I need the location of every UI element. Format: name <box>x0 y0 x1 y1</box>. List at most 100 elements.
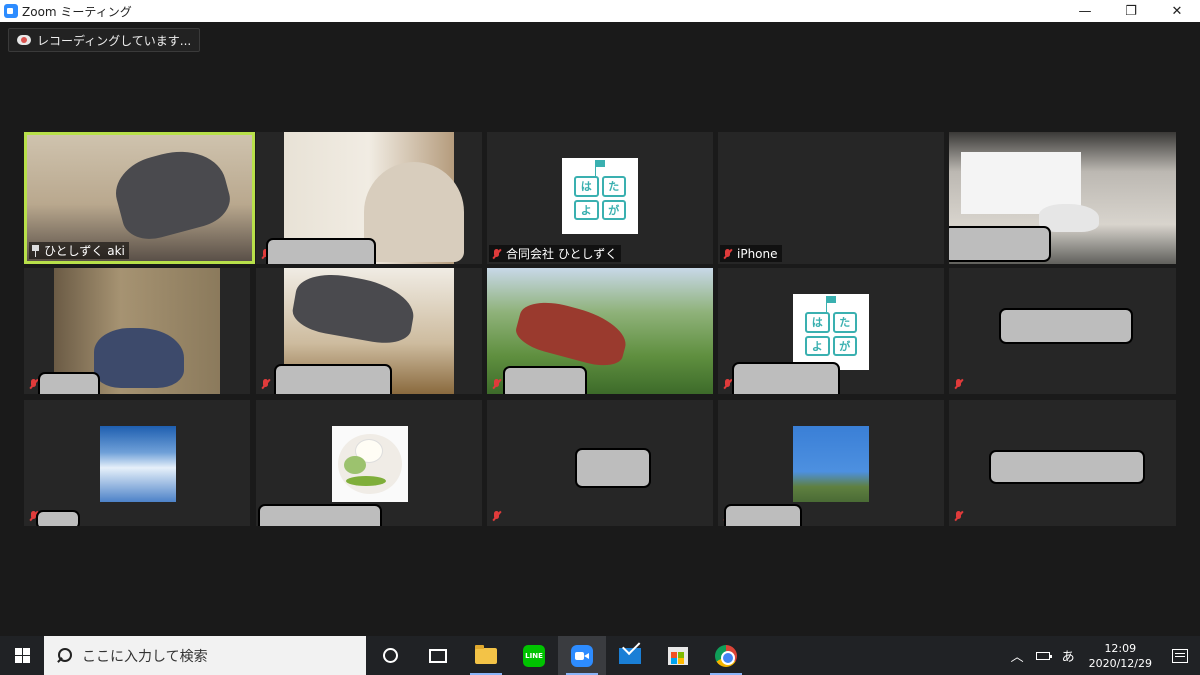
logo-cell: は <box>805 312 830 333</box>
clock[interactable]: 12:09 2020/12/29 <box>1081 641 1160 671</box>
participant-tile[interactable] <box>256 400 482 526</box>
participant-tile[interactable] <box>487 268 713 394</box>
task-view-button[interactable] <box>414 636 462 675</box>
food-avatar-image <box>332 426 408 502</box>
tray-chevron-icon[interactable]: ︿ <box>1005 646 1030 665</box>
redacted-name <box>949 226 1051 262</box>
participant-tile[interactable]: iPhone <box>718 132 944 264</box>
search-icon <box>56 647 72 664</box>
chrome-app-button[interactable] <box>702 636 750 675</box>
restore-button[interactable]: ❐ <box>1108 0 1154 22</box>
folder-icon <box>475 644 497 664</box>
sky-avatar-image <box>100 426 176 502</box>
taskbar-search[interactable]: ここに入力して検索 <box>44 636 366 675</box>
logo-cell: た <box>832 312 857 333</box>
matcha-shape <box>344 456 366 474</box>
redacted-name <box>503 366 587 394</box>
redacted-name <box>724 504 802 526</box>
logo-cell: よ <box>574 199 599 220</box>
muted-mic-icon <box>953 378 964 390</box>
pin-icon <box>31 244 40 257</box>
title-bar: Zoom ミーティング — ❐ ✕ <box>0 0 1200 22</box>
participant-tile[interactable]: ひとしずく aki <box>24 132 255 264</box>
recording-label: レコーディングしています... <box>37 33 192 48</box>
person-figure <box>289 268 419 348</box>
redacted-name <box>38 372 100 394</box>
logo-cell: が <box>601 199 626 220</box>
start-button[interactable] <box>0 636 44 675</box>
muted-mic-icon <box>260 378 271 390</box>
participant-tile[interactable] <box>949 400 1176 526</box>
search-placeholder: ここに入力して検索 <box>82 648 208 665</box>
cortana-icon <box>382 648 398 663</box>
hata-yoga-logo: は た よ が <box>562 158 638 234</box>
participant-tile[interactable]: は た よ が 合同会社 ひとしずく <box>487 132 713 264</box>
logo-cell: よ <box>805 335 830 356</box>
flag-icon <box>596 160 605 167</box>
battery-icon-wrap[interactable] <box>1030 651 1056 660</box>
participant-tile[interactable] <box>718 400 944 526</box>
logo-cell: は <box>574 176 599 197</box>
store-app-button[interactable] <box>654 636 702 675</box>
participant-tile[interactable] <box>949 132 1176 264</box>
system-tray: ︿ あ 12:09 2020/12/29 <box>1005 636 1200 675</box>
notification-icon <box>1172 648 1188 663</box>
cortana-button[interactable] <box>366 636 414 675</box>
logo-cell: た <box>601 176 626 197</box>
hata-yoga-logo: は た よ が <box>793 294 869 370</box>
battery-icon <box>1035 651 1052 660</box>
kiwi-shape <box>346 476 386 486</box>
recording-indicator[interactable]: レコーディングしています... <box>8 28 201 52</box>
redacted-name <box>575 448 651 488</box>
person-figure <box>108 140 236 246</box>
muted-mic-icon <box>491 510 502 522</box>
redacted-name <box>266 238 376 264</box>
participant-tile[interactable]: は た よ が <box>718 268 944 394</box>
minimize-button[interactable]: — <box>1062 0 1108 22</box>
line-app-button[interactable]: LINE <box>510 636 558 675</box>
person-figure <box>94 328 184 388</box>
muted-mic-icon <box>953 510 964 522</box>
store-icon <box>668 646 688 665</box>
tree-avatar-image <box>793 426 869 502</box>
line-icon: LINE <box>523 644 545 667</box>
file-explorer-button[interactable] <box>462 636 510 675</box>
participant-tile[interactable] <box>256 268 482 394</box>
person-figure <box>512 294 632 372</box>
participant-tile[interactable] <box>24 400 250 526</box>
participant-tile[interactable] <box>487 400 713 526</box>
participant-name-label: ひとしずく aki <box>29 242 129 259</box>
mail-icon <box>619 647 641 664</box>
notification-button[interactable] <box>1160 648 1200 663</box>
participant-name: 合同会社 ひとしずく <box>506 247 618 261</box>
clock-time: 12:09 <box>1104 641 1137 655</box>
zoom-icon <box>571 644 593 667</box>
participant-name: iPhone <box>737 246 778 261</box>
participant-name-label: iPhone <box>720 245 782 262</box>
redacted-name <box>999 308 1133 344</box>
muted-mic-icon <box>491 378 502 390</box>
zoom-app-icon <box>4 4 18 18</box>
redacted-name <box>274 364 392 394</box>
participant-name-label: 合同会社 ひとしずく <box>489 245 622 262</box>
participant-tile[interactable] <box>949 268 1176 394</box>
zoom-app-button[interactable] <box>558 636 606 675</box>
ime-indicator[interactable]: あ <box>1056 646 1081 665</box>
chrome-icon <box>715 644 737 667</box>
redacted-name <box>732 362 840 394</box>
logo-grid: は た よ が <box>574 176 626 220</box>
person-figure <box>364 162 464 262</box>
redacted-name <box>258 504 382 526</box>
logo-grid: は た よ が <box>805 312 857 356</box>
taskbar: ここに入力して検索 LINE ︿ あ 12:09 2020/12/29 <box>0 636 1200 675</box>
participant-tile[interactable] <box>24 268 250 394</box>
redacted-name <box>989 450 1145 484</box>
close-button[interactable]: ✕ <box>1154 0 1200 22</box>
mail-app-button[interactable] <box>606 636 654 675</box>
logo-cell: が <box>832 335 857 356</box>
meeting-area: レコーディングしています... ひとしずく aki は た よ が 合同会社 ひ… <box>0 22 1200 636</box>
muted-mic-icon <box>491 248 502 260</box>
participant-tile[interactable] <box>256 132 482 264</box>
cloud-record-icon <box>17 35 31 45</box>
window-controls: — ❐ ✕ <box>1062 0 1200 22</box>
